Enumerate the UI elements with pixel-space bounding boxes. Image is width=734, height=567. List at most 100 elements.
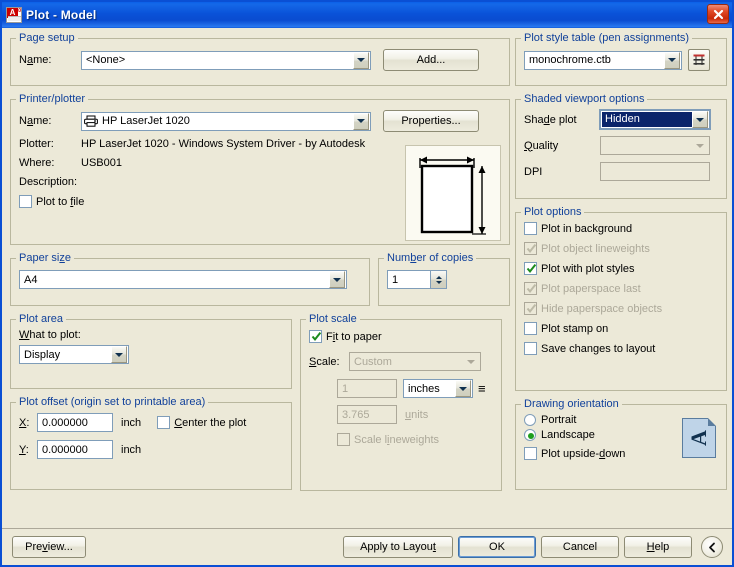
- checkmark-icon: [526, 263, 537, 273]
- plot-style-group: Plot style table (pen assignments) monoc…: [515, 32, 727, 86]
- printer-name-value: HP LaserJet 1020: [102, 115, 190, 127]
- apply-button-label: Apply to Layout: [360, 541, 436, 553]
- chevron-down-icon[interactable]: [353, 51, 369, 69]
- right-column: Plot style table (pen assignments) monoc…: [515, 32, 727, 497]
- where-value: USB001: [81, 157, 122, 169]
- offset-y-label: Y:: [19, 443, 29, 456]
- checkmark-icon: [526, 283, 537, 293]
- plot-dialog: A 10 Plot - Model Page setup Name: <None>: [0, 0, 734, 567]
- drawing-orientation-legend: Drawing orientation: [524, 398, 619, 410]
- plot-option-label: Plot stamp on: [541, 322, 609, 335]
- chevron-down-icon[interactable]: [664, 51, 680, 69]
- paper-size-combo[interactable]: A4: [19, 270, 347, 289]
- scale-denominator-input: 3.765: [337, 405, 397, 424]
- chevron-down-icon[interactable]: [329, 271, 345, 288]
- window-title: Plot - Model: [26, 8, 97, 22]
- plot-scale-legend: Plot scale: [309, 313, 357, 325]
- what-to-plot-combo[interactable]: Display: [19, 345, 129, 364]
- chevron-down-icon[interactable]: [111, 346, 127, 363]
- offset-x-input[interactable]: 0.000000: [37, 413, 113, 432]
- shade-plot-combo[interactable]: Hidden: [599, 109, 711, 130]
- printer-properties-button[interactable]: Properties...: [383, 110, 479, 132]
- cancel-button[interactable]: Cancel: [541, 536, 619, 558]
- upside-down-label: Plot upside-down: [541, 447, 626, 460]
- chevron-down-icon: [463, 353, 479, 370]
- plot-style-edit-button[interactable]: [688, 49, 710, 71]
- close-button[interactable]: [707, 4, 729, 24]
- plot-option-label: Plot with plot styles: [541, 262, 635, 275]
- scale-denominator-units: units: [405, 408, 429, 421]
- center-plot-checkbox[interactable]: Center the plot: [157, 416, 246, 429]
- checkbox-box: [524, 322, 537, 335]
- plot-to-file-label: Plot to file: [36, 195, 85, 208]
- help-button[interactable]: Help: [624, 536, 692, 558]
- portrait-label: Portrait: [541, 414, 577, 426]
- shaded-viewport-group: Shaded viewport options Shade plot Hidde…: [515, 93, 727, 199]
- plot-option-plot-with-plot-styles[interactable]: Plot with plot styles: [524, 262, 718, 275]
- scale-label: Scale:: [309, 355, 340, 368]
- plot-options-legend: Plot options: [524, 206, 582, 218]
- copies-spinner[interactable]: [430, 270, 447, 289]
- title-bar: A 10 Plot - Model: [2, 2, 732, 28]
- plot-option-label: Plot in background: [541, 222, 633, 235]
- scale-denominator-value: 3.765: [342, 408, 370, 421]
- checkbox-box: [524, 447, 537, 460]
- offset-y-input[interactable]: 0.000000: [37, 440, 113, 459]
- spinner-up-icon: [435, 275, 442, 279]
- apply-to-layout-button[interactable]: Apply to Layout: [343, 536, 453, 558]
- checkbox-box: [524, 342, 537, 355]
- radio-box: [524, 414, 536, 426]
- checkbox-box: [524, 242, 537, 255]
- dpi-label: DPI: [524, 165, 543, 178]
- plot-option-plot-in-background[interactable]: Plot in background: [524, 222, 718, 235]
- dpi-input: [600, 162, 710, 181]
- add-button-label: Add...: [416, 54, 446, 66]
- chevron-down-icon: [692, 137, 708, 154]
- fit-to-paper-checkbox[interactable]: Fit to paper: [309, 330, 382, 343]
- copies-legend: Number of copies: [387, 252, 474, 264]
- plot-option-plot-object-lineweights: Plot object lineweights: [524, 242, 718, 255]
- upside-down-checkbox[interactable]: Plot upside-down: [524, 447, 625, 460]
- copies-input[interactable]: 1: [387, 270, 431, 289]
- left-column: Page setup Name: <None> Add... Printer/p…: [10, 32, 510, 498]
- paper-preview: [405, 145, 501, 241]
- chevron-down-icon[interactable]: [353, 112, 369, 130]
- ok-button[interactable]: OK: [458, 536, 536, 558]
- checkbox-box: [524, 302, 537, 315]
- plot-option-plot-stamp-on[interactable]: Plot stamp on: [524, 322, 718, 335]
- pen-table-icon: [693, 54, 705, 65]
- plot-area-group: Plot area What to plot: Display: [10, 313, 292, 389]
- cancel-button-label: Cancel: [562, 541, 598, 553]
- paper-size-group: Paper size A4: [10, 252, 370, 306]
- checkbox-box: [524, 222, 537, 235]
- chevron-down-icon[interactable]: [455, 380, 471, 397]
- scale-value: Custom: [354, 355, 392, 368]
- printer-name-label: Name:: [19, 115, 52, 127]
- printer-name-combo[interactable]: HP LaserJet 1020: [81, 111, 371, 131]
- printer-plotter-legend: Printer/plotter: [19, 93, 86, 105]
- plot-style-combo[interactable]: monochrome.ctb: [524, 50, 682, 70]
- preview-button[interactable]: Preview...: [12, 536, 86, 558]
- plotter-label: Plotter:: [19, 138, 54, 150]
- where-label: Where:: [19, 157, 55, 169]
- page-setup-name-label: Name:: [19, 54, 52, 66]
- center-plot-label: Center the plot: [174, 416, 247, 429]
- checkmark-icon: [526, 243, 537, 253]
- scale-units-combo[interactable]: inches: [403, 379, 473, 398]
- add-page-setup-button[interactable]: Add...: [383, 49, 479, 71]
- page-setup-name-combo[interactable]: <None>: [81, 50, 371, 70]
- collapse-panel-button[interactable]: [701, 536, 723, 558]
- properties-button-label: Properties...: [401, 115, 461, 127]
- ok-button-label: OK: [489, 541, 505, 553]
- preview-button-label: Preview...: [25, 541, 73, 553]
- plot-area-legend: Plot area: [19, 313, 64, 325]
- description-label: Description:: [19, 176, 78, 188]
- checkbox-box: [337, 433, 350, 446]
- printer-plotter-group: Printer/plotter Name: HP LaserJet 1020 P…: [10, 93, 510, 245]
- plot-option-label: Plot object lineweights: [541, 242, 650, 255]
- plot-to-file-checkbox[interactable]: Plot to file: [19, 195, 84, 208]
- checkmark-icon: [311, 331, 322, 341]
- chevron-down-icon[interactable]: [692, 111, 708, 128]
- footer-bar: Preview... Apply to Layout OK Cancel Hel…: [2, 528, 732, 565]
- plot-option-save-changes-to-layout[interactable]: Save changes to layout: [524, 342, 718, 355]
